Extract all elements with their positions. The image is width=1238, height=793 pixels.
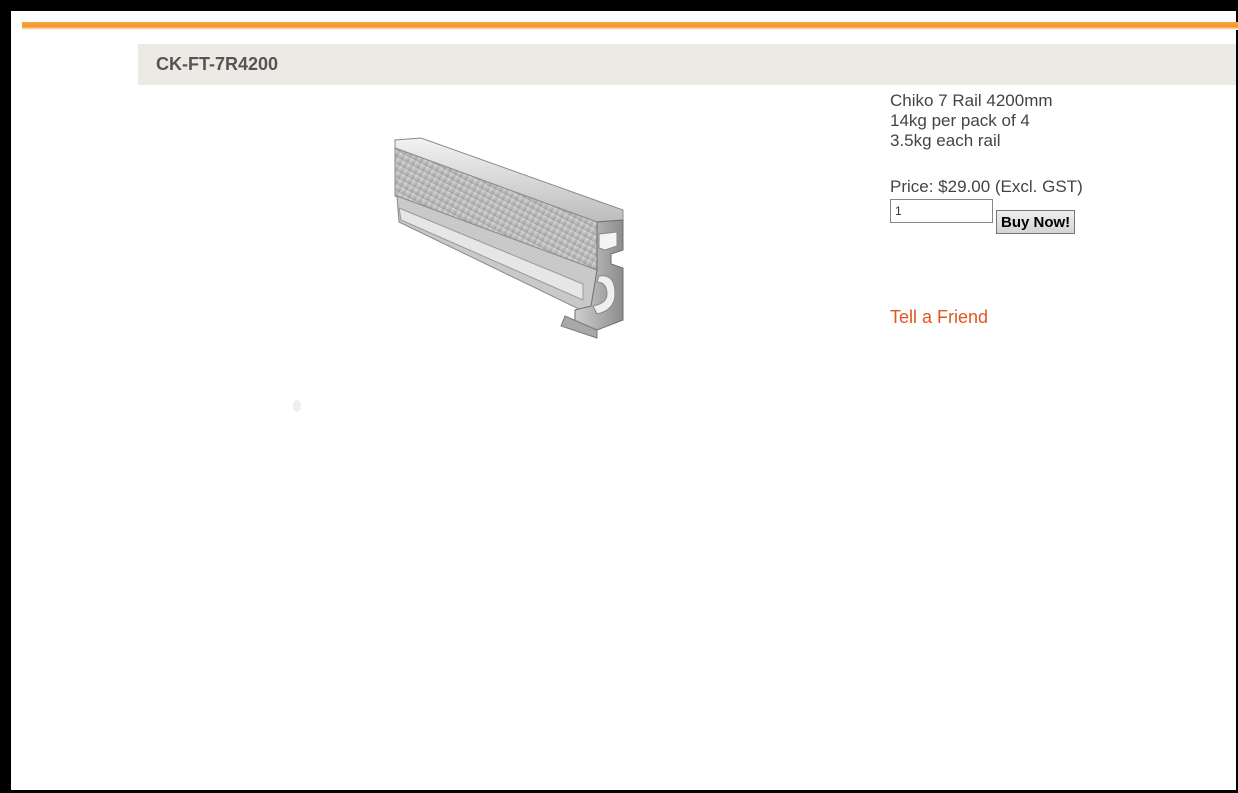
- description-line-pack-weight: 14kg per pack of 4: [890, 111, 1030, 130]
- price-text: Price: $29.00 (Excl. GST): [890, 177, 1083, 196]
- quantity-input[interactable]: [890, 199, 993, 223]
- product-sku: CK-FT-7R4200: [156, 54, 279, 74]
- buy-now-button[interactable]: Buy Now!: [996, 210, 1076, 234]
- description-line-name: Chiko 7 Rail 4200mm: [890, 91, 1053, 110]
- product-image: [385, 130, 635, 340]
- orange-accent-bar: [22, 22, 1238, 30]
- purchase-row: Buy Now!: [890, 199, 1230, 235]
- product-header-bar: CK-FT-7R4200: [138, 44, 1236, 85]
- tell-a-friend-link[interactable]: Tell a Friend: [890, 307, 988, 328]
- product-details: Chiko 7 Rail 4200mm 14kg per pack of 4 3…: [890, 91, 1230, 235]
- description-line-rail-weight: 3.5kg each rail: [890, 131, 1001, 150]
- image-artifact: [290, 398, 304, 414]
